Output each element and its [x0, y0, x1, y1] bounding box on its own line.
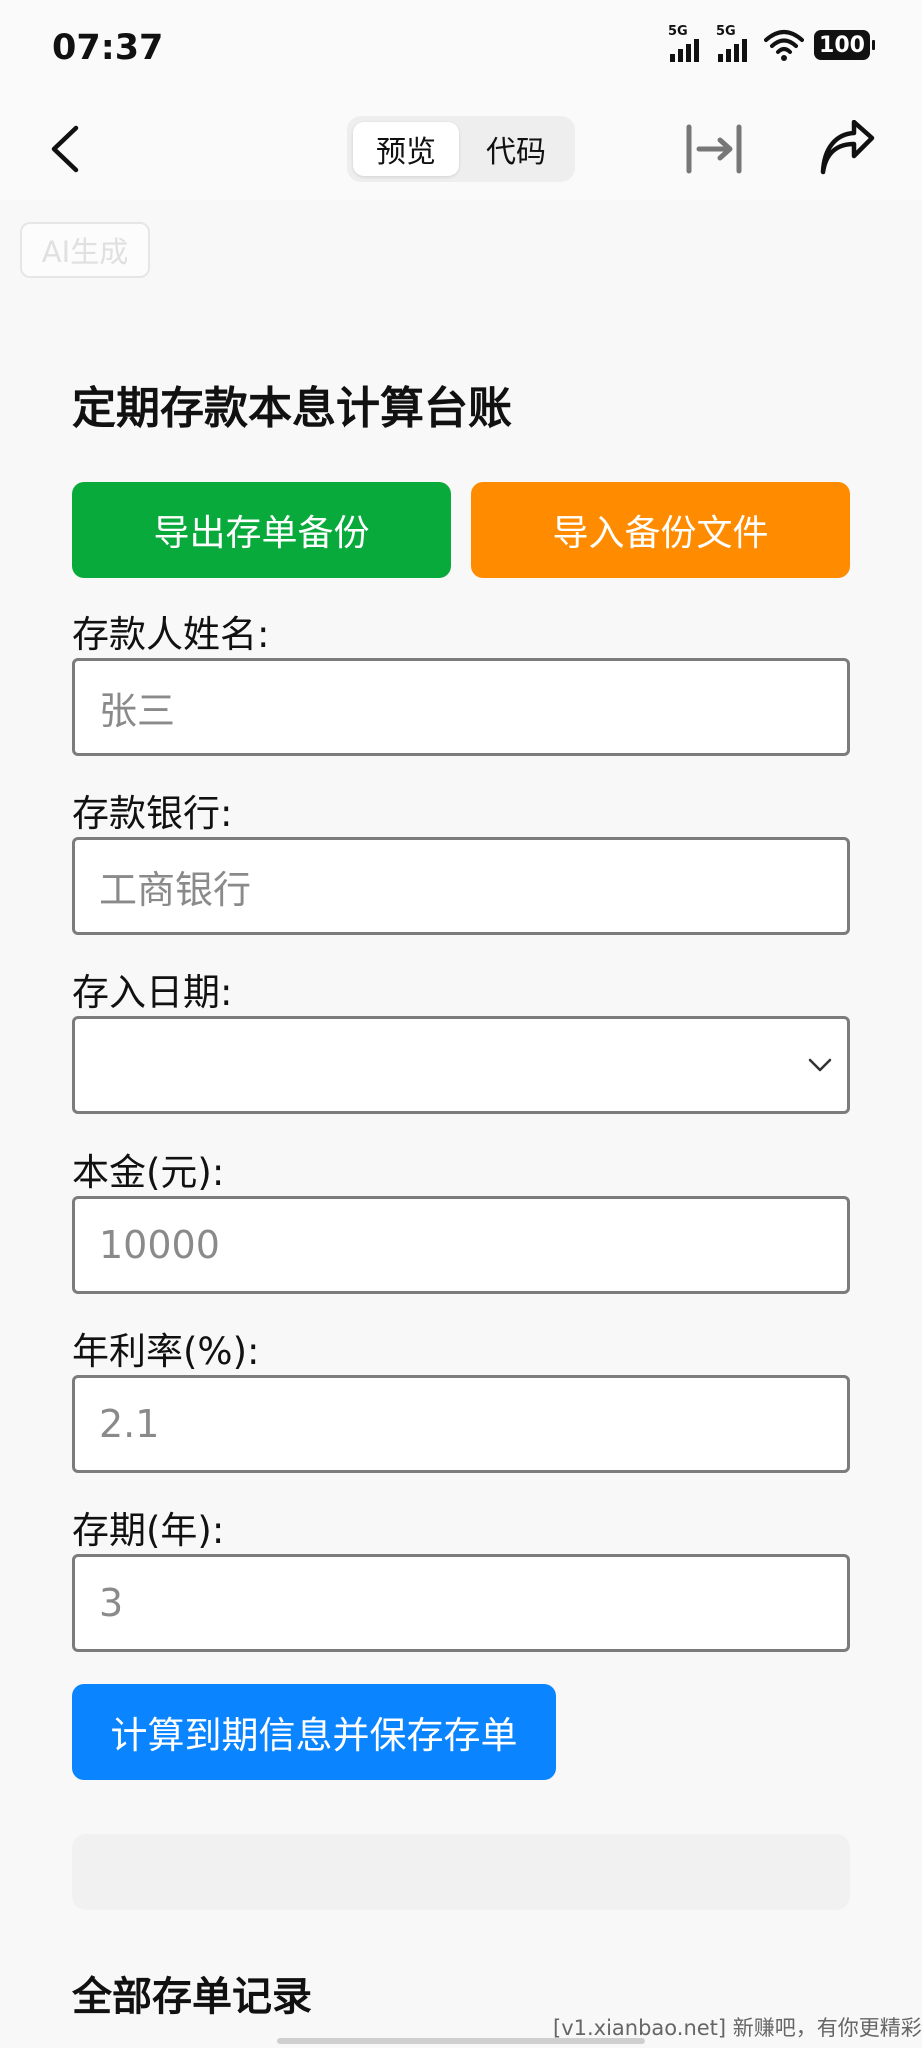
term-label: 存期(年):: [72, 1509, 225, 1552]
depositor-name-input[interactable]: 张三: [72, 658, 850, 756]
interest-rate-label: 年利率(%):: [72, 1330, 260, 1373]
status-bar: 07:37 5G 5G 100: [0, 0, 922, 100]
view-segmented-control: 预览 代码: [347, 116, 575, 182]
result-box: [72, 1834, 850, 1910]
tab-preview[interactable]: 预览: [353, 122, 459, 176]
fit-width-icon[interactable]: [684, 122, 744, 176]
interest-rate-input[interactable]: 2.1: [72, 1375, 850, 1473]
term-input[interactable]: 3: [72, 1554, 850, 1652]
signal-icon-sim2: 5G: [716, 24, 754, 62]
principal-input[interactable]: 10000: [72, 1196, 850, 1294]
top-nav: 预览 代码: [0, 100, 922, 200]
home-indicator[interactable]: [277, 2038, 645, 2044]
bank-input[interactable]: 工商银行: [72, 837, 850, 935]
depositor-name-label: 存款人姓名:: [72, 613, 270, 656]
signal-icon-sim1: 5G: [668, 24, 706, 62]
deposit-date-select[interactable]: [72, 1016, 850, 1114]
back-arrow-icon[interactable]: [40, 122, 94, 176]
share-icon[interactable]: [818, 120, 876, 178]
wifi-icon: [764, 30, 804, 61]
ai-generated-badge: AI生成: [20, 222, 150, 278]
export-backup-button[interactable]: 导出存单备份: [72, 482, 451, 578]
bank-label: 存款银行:: [72, 792, 233, 835]
status-time: 07:37: [52, 28, 164, 68]
import-backup-button[interactable]: 导入备份文件: [471, 482, 850, 578]
status-icons: 5G 5G 100: [668, 24, 875, 62]
page-title: 定期存款本息计算台账: [72, 383, 512, 434]
records-section-title: 全部存单记录: [72, 1974, 312, 2020]
principal-label: 本金(元):: [72, 1151, 225, 1194]
calculate-save-button[interactable]: 计算到期信息并保存存单: [72, 1684, 556, 1780]
battery-icon: 100: [814, 30, 875, 60]
deposit-date-label: 存入日期:: [72, 971, 233, 1014]
chevron-down-icon: [808, 1058, 832, 1072]
tab-code[interactable]: 代码: [463, 122, 569, 176]
